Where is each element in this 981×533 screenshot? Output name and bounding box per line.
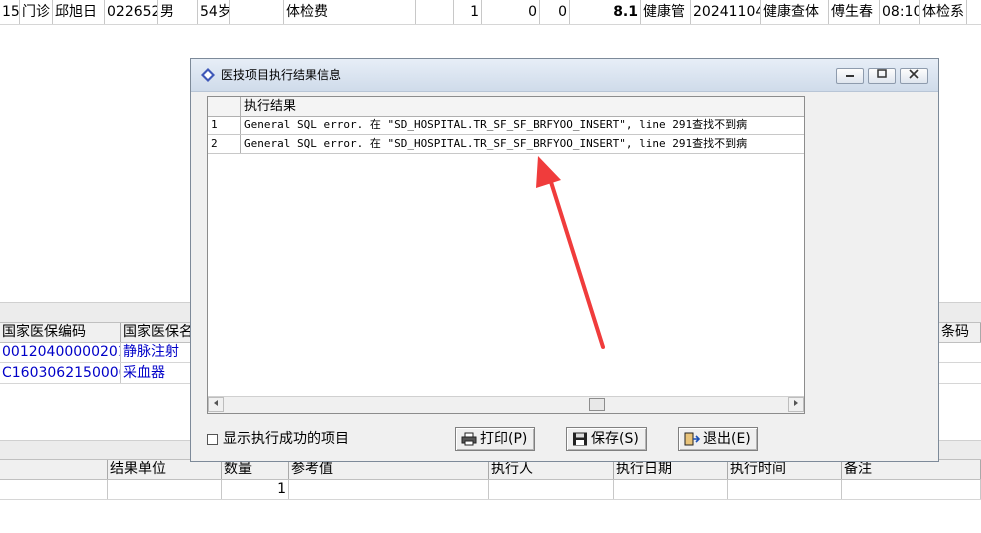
row-number: 1 <box>208 116 241 134</box>
bottom-table-header: 结果单位 数量 参考值 执行人 执行日期 执行时间 备注 <box>0 459 981 480</box>
visit-type-cell: 门诊 <box>20 0 53 24</box>
gender-cell: 男 <box>158 0 198 24</box>
top-table-row[interactable]: 15‹ 门诊 邱旭日 022652 男 54岁 体检费 1 0 0 8.1 健康… <box>0 0 981 25</box>
executor-cell <box>489 480 614 499</box>
print-label: 打印(P) <box>480 431 528 447</box>
error-row-text[interactable]: General SQL error. 在 "SD_HOSPITAL.TR_SF_… <box>242 135 804 153</box>
blank-cell <box>0 480 108 499</box>
header-reference[interactable]: 参考值 <box>289 460 489 479</box>
maximize-icon <box>877 69 887 78</box>
header-exec-date[interactable]: 执行日期 <box>614 460 728 479</box>
exec-date-cell <box>614 480 728 499</box>
row-divider <box>208 153 804 154</box>
empty-cell <box>230 0 284 24</box>
show-success-checkbox[interactable] <box>207 434 218 445</box>
insurance-name-cell: 采血器 <box>121 363 201 383</box>
result-listbox[interactable]: 执行结果 1 General SQL error. 在 "SD_HOSPITAL… <box>207 96 805 414</box>
quantity-cell: 1 <box>222 480 289 499</box>
listbox-header: 执行结果 <box>208 97 804 117</box>
scroll-right-button[interactable] <box>788 397 804 412</box>
header-remark[interactable]: 备注 <box>842 460 981 479</box>
minimize-icon <box>846 75 854 77</box>
arrow-right-icon <box>794 400 798 406</box>
system-cell: 体检系 <box>920 0 967 24</box>
error-row-text[interactable]: General SQL error. 在 "SD_HOSPITAL.TR_SF_… <box>242 116 804 134</box>
empty-cell-2 <box>416 0 454 24</box>
result-dialog: 医技项目执行结果信息 执行结果 1 General SQL error. 在 "… <box>190 58 939 462</box>
printer-icon <box>461 432 477 446</box>
patient-id-cell: 022652 <box>105 0 158 24</box>
exit-door-icon <box>684 432 700 446</box>
header-insurance-name[interactable]: 国家医保名 <box>121 323 201 342</box>
row-number-header <box>208 97 241 116</box>
value-cell-1: 0 <box>482 0 540 24</box>
maximize-button[interactable] <box>868 68 896 84</box>
close-icon <box>909 69 919 79</box>
header-executor[interactable]: 执行人 <box>489 460 614 479</box>
column-header-result[interactable]: 执行结果 <box>242 97 804 116</box>
insurance-code-cell: C16030621500002 <box>0 363 121 383</box>
minimize-button[interactable] <box>836 68 864 84</box>
arrow-left-icon <box>214 400 218 406</box>
header-quantity[interactable]: 数量 <box>222 460 289 479</box>
insurance-code-cell: 001204000002010000 <box>0 342 121 362</box>
save-label: 保存(S) <box>591 431 639 447</box>
date-cell: 20241104 <box>691 0 761 24</box>
header-barcode[interactable]: 条码 <box>938 323 981 342</box>
time-cell: 08:10 <box>880 0 920 24</box>
age-cell: 54岁 <box>198 0 230 24</box>
show-success-label[interactable]: 显示执行成功的项目 <box>223 428 349 450</box>
horizontal-scrollbar[interactable] <box>208 396 804 413</box>
qty-cell: 1 <box>454 0 482 24</box>
header-blank[interactable] <box>0 460 108 479</box>
print-button[interactable]: 打印(P) <box>455 427 535 451</box>
fee-name-cell: 体检费 <box>284 0 416 24</box>
insurance-name-cell: 静脉注射 <box>121 342 201 362</box>
dialog-titlebar[interactable]: 医技项目执行结果信息 <box>191 59 938 92</box>
dialog-title: 医技项目执行结果信息 <box>221 68 342 82</box>
remark-cell <box>842 480 981 499</box>
exit-button[interactable]: 退出(E) <box>678 427 758 451</box>
dept-cell: 健康管 <box>641 0 691 24</box>
patient-name-cell: 邱旭日 <box>53 0 105 24</box>
app-diamond-icon <box>201 68 215 82</box>
exam-cell: 健康查体 <box>761 0 829 24</box>
value-cell-2: 0 <box>540 0 570 24</box>
reference-cell <box>289 480 489 499</box>
doctor-cell: 傅生春 <box>829 0 880 24</box>
header-insurance-code[interactable]: 国家医保编码 <box>0 323 121 342</box>
header-exec-time[interactable]: 执行时间 <box>728 460 842 479</box>
exit-label: 退出(E) <box>703 431 751 447</box>
floppy-disk-icon <box>573 432 587 446</box>
bottom-table-row[interactable]: 1 <box>0 480 981 500</box>
scroll-left-button[interactable] <box>208 397 224 412</box>
close-button[interactable] <box>900 68 928 84</box>
unit-cell <box>108 480 222 499</box>
exec-time-cell <box>728 480 842 499</box>
header-result-unit[interactable]: 结果单位 <box>108 460 222 479</box>
amount-cell: 8.1 <box>570 0 641 24</box>
save-button[interactable]: 保存(S) <box>566 427 647 451</box>
row-number: 2 <box>208 135 241 153</box>
scroll-thumb[interactable] <box>589 398 605 411</box>
row-index-cell: 15‹ <box>0 0 20 24</box>
